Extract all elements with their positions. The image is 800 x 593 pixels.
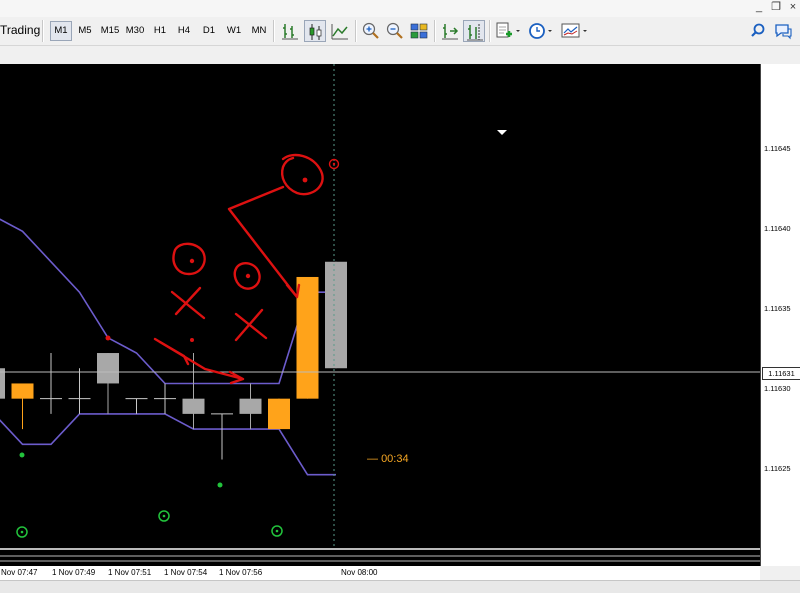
annotation-cross (170, 286, 206, 320)
title-bar: _ ❐ × (0, 0, 800, 17)
search-icon[interactable] (748, 20, 770, 42)
candle-body (239, 398, 262, 414)
candle (268, 398, 290, 430)
timeframe-m1[interactable]: M1 (50, 21, 72, 41)
candle (182, 353, 205, 430)
candle-body (97, 353, 119, 384)
candle-body (325, 261, 347, 369)
price-tick-label: 1.11630 (764, 384, 791, 393)
red-signal-ring (332, 162, 336, 166)
candle (40, 353, 62, 414)
upper-band-line (0, 218, 336, 385)
toolbar-separator (489, 20, 491, 42)
chat-icon[interactable] (772, 20, 794, 42)
timeframe-h4[interactable]: H4 (173, 21, 195, 41)
menu-trading[interactable]: Trading (0, 23, 40, 37)
signal-ring (162, 514, 166, 518)
candle (239, 383, 262, 430)
chart-shift-icon[interactable] (463, 20, 485, 42)
candle-body (11, 383, 34, 399)
candle (211, 413, 233, 460)
timeframe-d1[interactable]: D1 (198, 21, 220, 41)
timeframe-h1[interactable]: H1 (149, 21, 171, 41)
candle (325, 261, 347, 369)
candle (0, 368, 5, 399)
candle (296, 276, 319, 399)
tile-windows-icon[interactable] (408, 20, 430, 42)
timeframe-m15[interactable]: M15 (97, 21, 123, 41)
price-axis[interactable]: 1.11645 1.11640 1.11635 1.11630 1.11625 … (760, 64, 800, 566)
timeframe-m5[interactable]: M5 (74, 21, 96, 41)
annotation-cross (234, 308, 268, 342)
price-tick-label: 1.11645 (764, 144, 791, 153)
signal-dot (217, 482, 223, 488)
autoscroll-icon[interactable] (439, 20, 461, 42)
time-tick-label: Nov 07:47 (1, 568, 38, 577)
timeframe-m30[interactable]: M30 (122, 21, 148, 41)
red-signal-dot (105, 335, 111, 341)
indicators-icon[interactable] (494, 20, 522, 42)
bar-countdown: — 00:34 (367, 453, 409, 465)
toolbar-separator (434, 20, 436, 42)
candle (68, 368, 91, 414)
annotation-arrow (158, 340, 190, 366)
annotation-dot (189, 258, 195, 264)
restore-button[interactable]: ❐ (769, 1, 783, 14)
chart-window-header (0, 46, 800, 63)
candle (154, 383, 176, 414)
time-tick-label: 1 Nov 07:49 (52, 568, 96, 577)
annotation-arrow (227, 185, 301, 299)
annotation-circle (172, 242, 206, 276)
red-signal-dot (190, 338, 194, 342)
signal-dot (19, 452, 25, 458)
minimize-button[interactable]: _ (752, 1, 766, 14)
periods-icon[interactable] (527, 20, 555, 42)
time-tick-label: 1 Nov 07:54 (164, 568, 208, 577)
time-tick-label: Nov 08:00 (341, 568, 378, 577)
candle-body (296, 276, 319, 399)
annotation-dot (245, 273, 251, 279)
signal-ring (20, 530, 24, 534)
price-tick-label: 1.11635 (764, 304, 791, 313)
line-chart-icon[interactable] (329, 20, 351, 42)
candle-body (182, 398, 205, 414)
zoom-out-icon[interactable] (384, 20, 406, 42)
close-button[interactable]: × (786, 1, 800, 14)
time-tick-label: 1 Nov 07:56 (219, 568, 263, 577)
timeframe-w1[interactable]: W1 (223, 21, 245, 41)
chart-shift-marker[interactable] (497, 130, 507, 135)
toolbar-separator (355, 20, 357, 42)
price-tick-label: 1.11640 (764, 224, 791, 233)
annotation-dot (302, 177, 308, 183)
zoom-in-icon[interactable] (360, 20, 382, 42)
toolbar-separator (42, 20, 44, 42)
templates-icon[interactable] (560, 20, 590, 42)
annotation-circle (281, 153, 324, 196)
signal-ring (275, 529, 279, 533)
timeframe-mn[interactable]: MN (247, 21, 271, 41)
current-price-label: 1.11631 (762, 367, 800, 380)
countdown-value: 00:34 (381, 453, 409, 465)
chart-area[interactable]: — 00:34 (0, 64, 760, 566)
candlestick-chart-icon[interactable] (304, 20, 326, 42)
candle-body (268, 398, 290, 430)
chart-canvas (0, 64, 760, 562)
price-tick-label: 1.11625 (764, 464, 791, 473)
candle (125, 398, 148, 414)
bar-chart-icon[interactable] (279, 20, 301, 42)
toolbar: Trading M1 M5 M15 M30 H1 H4 D1 W1 MN (0, 17, 800, 46)
horizontal-scrollbar[interactable] (0, 580, 800, 593)
time-axis[interactable]: Nov 07:47 1 Nov 07:49 1 Nov 07:51 1 Nov … (0, 566, 760, 580)
candle (11, 383, 34, 430)
toolbar-separator (273, 20, 275, 42)
time-tick-label: 1 Nov 07:51 (108, 568, 152, 577)
candle (97, 353, 119, 414)
candle-body (0, 368, 5, 399)
